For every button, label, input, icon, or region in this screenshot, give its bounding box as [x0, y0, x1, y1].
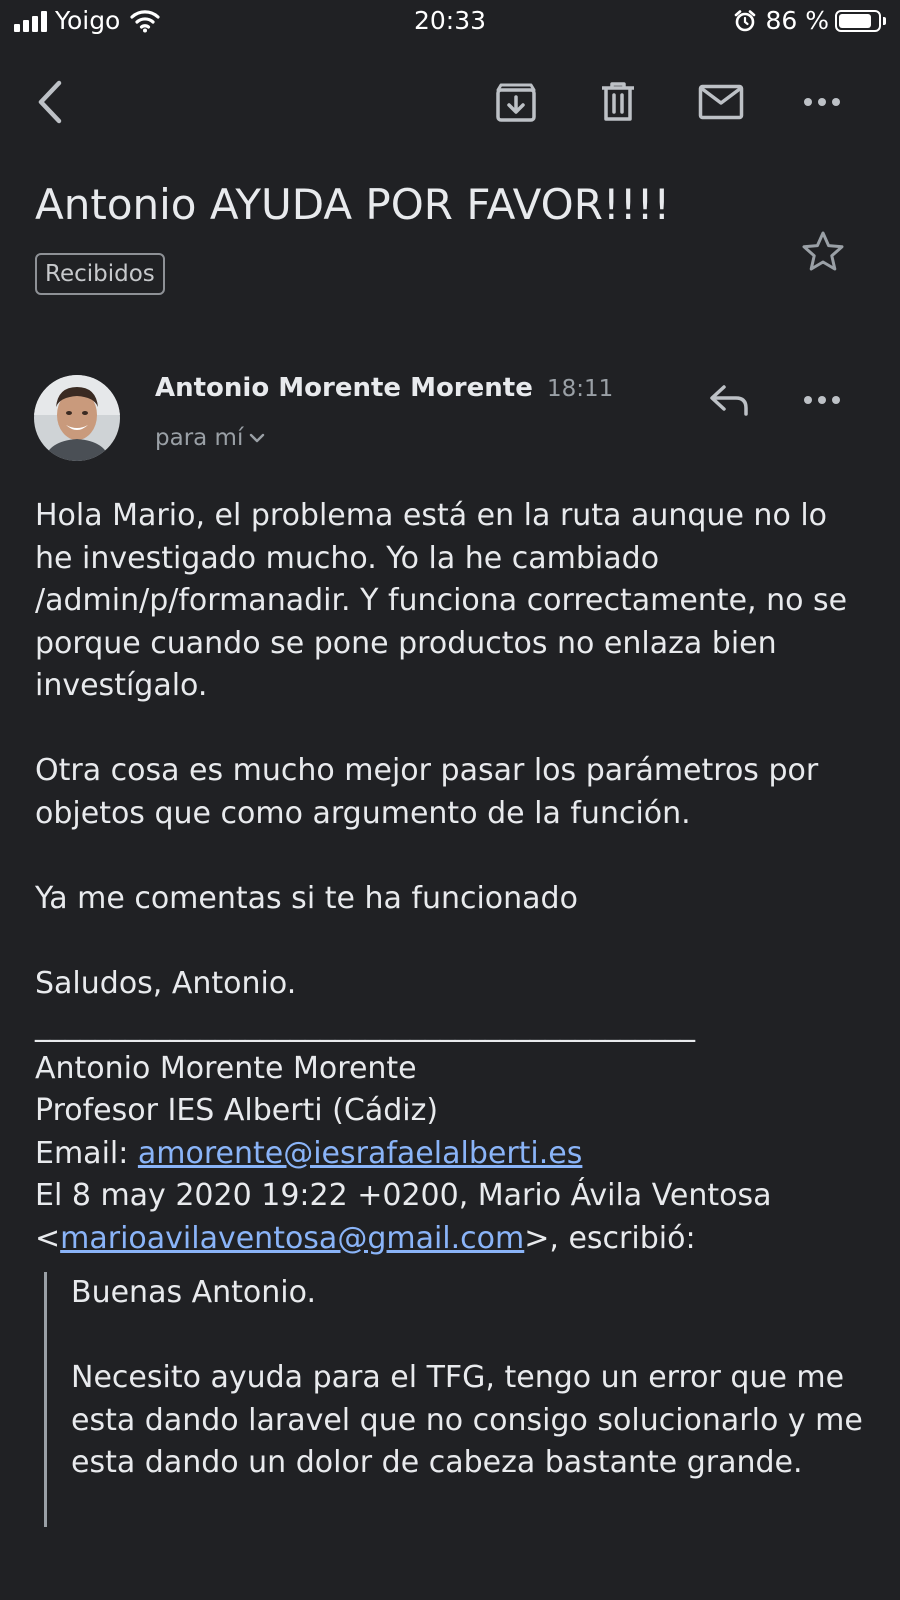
mail-icon — [698, 84, 744, 120]
quoted-message: Buenas Antonio. Necesito ayuda para el T… — [44, 1272, 891, 1527]
reply-suffix: >, escribió: — [524, 1220, 696, 1256]
archive-icon — [496, 83, 536, 122]
reply-button[interactable] — [707, 382, 751, 418]
body-paragraph: Ya me comentas si te ha funcionado — [35, 880, 578, 916]
star-button[interactable] — [800, 228, 846, 274]
battery-percent: 86 % — [765, 6, 829, 35]
signature-rule: ________________________________________… — [35, 1008, 695, 1043]
signature-email-line: Email: amorente@iesrafaelalberti.es — [35, 1133, 855, 1176]
quoted-line: Buenas Antonio. — [71, 1275, 316, 1310]
recipient-label: para mí — [155, 425, 244, 451]
body-paragraph: Otra cosa es mucho mejor pasar los parám… — [35, 753, 819, 831]
reply-header-email-line: <marioavilaventosa@gmail.com>, escribió: — [35, 1218, 855, 1261]
status-bar: Yoigo 20:33 86 % — [0, 0, 900, 44]
reply-email-link[interactable]: marioavilaventosa@gmail.com — [60, 1221, 524, 1256]
email-subject: Antonio AYUDA POR FAVOR!!!! — [35, 180, 671, 229]
reply-icon — [710, 385, 748, 416]
signature: ________________________________________… — [35, 1005, 855, 1260]
more-button[interactable] — [802, 90, 842, 114]
signature-email-link[interactable]: amorente@iesrafaelalberti.es — [138, 1136, 582, 1171]
reply-header: El 8 may 2020 19:22 +0200, Mario Ávila V… — [35, 1178, 772, 1213]
mark-unread-button[interactable] — [696, 80, 746, 124]
avatar[interactable] — [34, 375, 120, 461]
signature-email-label: Email: — [35, 1135, 138, 1171]
reply-open-bracket: < — [35, 1220, 61, 1256]
email-body: Hola Mario, el problema está en la ruta … — [35, 495, 855, 1260]
signature-title: Profesor IES Alberti (Cádiz) — [35, 1093, 439, 1128]
signature-name: Antonio Morente Morente — [35, 1050, 417, 1086]
battery-tip — [883, 16, 886, 25]
chevron-down-icon — [250, 433, 265, 443]
battery-icon — [835, 9, 881, 32]
sender-photo — [34, 375, 120, 461]
message-more-button[interactable] — [802, 390, 842, 410]
body-paragraph: Saludos, Antonio. — [35, 965, 297, 1001]
quoted-paragraph: Necesito ayuda para el TFG, tengo un err… — [71, 1360, 863, 1480]
back-arrow-icon — [38, 80, 62, 124]
recipient-toggle[interactable]: para mí — [155, 422, 265, 454]
star-icon — [802, 231, 844, 271]
more-icon — [804, 98, 840, 106]
sender-name: Antonio Morente Morente — [155, 373, 533, 403]
body-paragraph: Hola Mario, el problema está en la ruta … — [35, 498, 848, 703]
delete-button[interactable] — [598, 80, 638, 124]
archive-button[interactable] — [494, 80, 538, 124]
trash-icon — [602, 82, 634, 121]
sent-time: 18:11 — [547, 376, 614, 402]
status-right: 86 % — [733, 6, 886, 35]
alarm-icon — [735, 9, 756, 31]
label-chip[interactable]: Recibidos — [35, 253, 165, 295]
back-button[interactable] — [30, 80, 70, 124]
email-view: Yoigo 20:33 86 % Antonio AYUDA POR FAVOR… — [0, 0, 900, 1600]
more-icon — [804, 396, 840, 404]
battery-level — [839, 13, 872, 28]
